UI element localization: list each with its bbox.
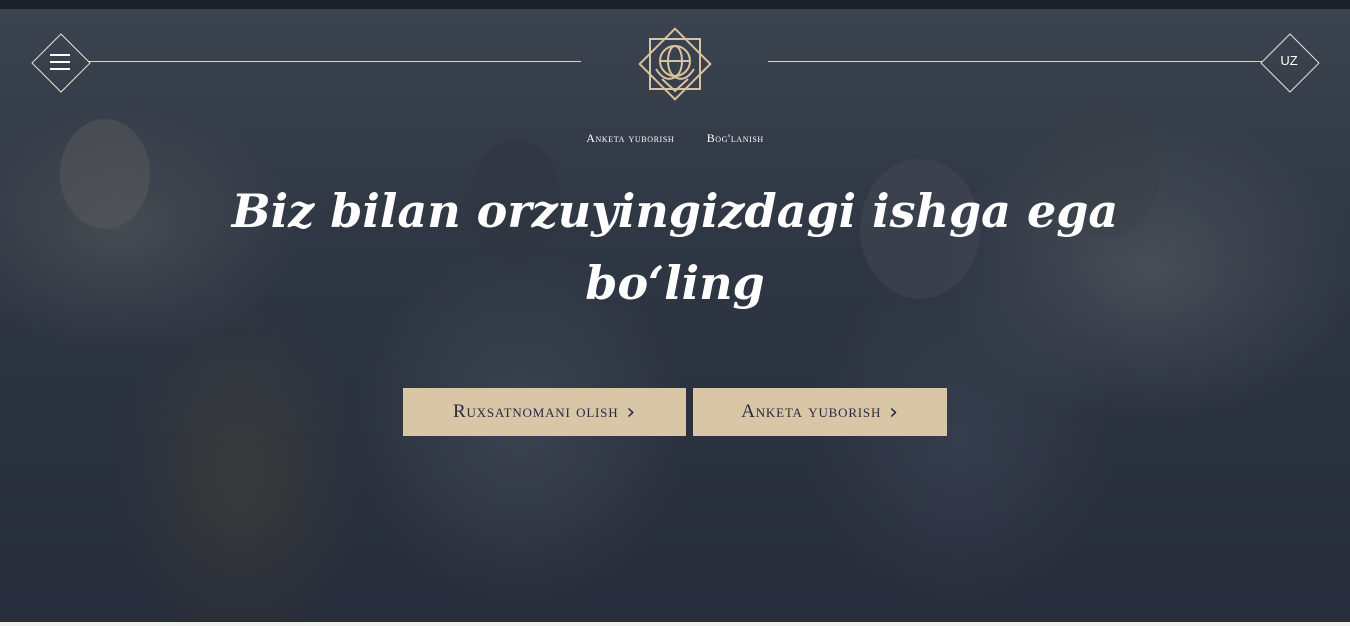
nav-item-boglanish[interactable]: Bog'lanish [707, 131, 764, 146]
hamburger-icon[interactable] [50, 54, 70, 70]
top-bar [0, 0, 1350, 9]
globe-emblem-logo[interactable] [632, 21, 718, 107]
hero-headline: Biz bilan orzuyingizdagi ishga ega bo‘li… [231, 184, 1119, 310]
send-application-button-label: Anketa yuborish [741, 401, 882, 422]
nav-item-anketa-yuborish[interactable]: Anketa yuborish [586, 131, 674, 146]
chevron-right-icon: › [889, 399, 899, 425]
language-switcher[interactable]: UZ [1272, 53, 1306, 68]
send-application-button[interactable]: Anketa yuborish › [693, 388, 947, 436]
chevron-right-icon: › [626, 399, 637, 425]
header-rule-left [88, 61, 581, 62]
get-permit-button-label: Ruxsatnomani olish [452, 401, 619, 422]
get-permit-button[interactable]: Ruxsatnomani olish › [403, 388, 686, 436]
page-bottom-edge [0, 620, 1350, 626]
header-rule-right [768, 61, 1262, 62]
main-nav: Anketa yuborish Bog'lanish [0, 129, 1350, 147]
